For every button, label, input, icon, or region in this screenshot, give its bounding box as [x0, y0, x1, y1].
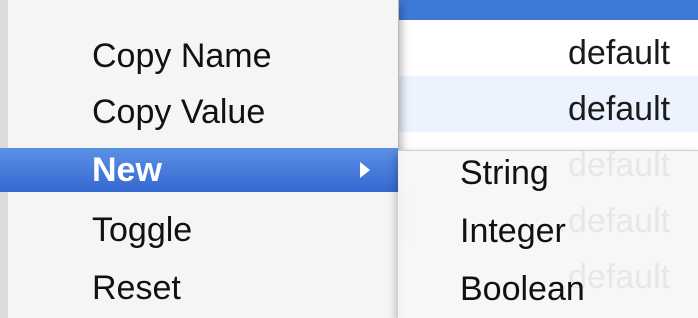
selected-row-strip [398, 0, 698, 20]
menu-item-label: Toggle [92, 211, 193, 249]
table-cell-value: default [568, 34, 671, 72]
menu-item-copy-value[interactable]: Copy Value [0, 90, 398, 134]
submenu-item-integer[interactable]: Integer [398, 209, 698, 253]
table-row[interactable]: default [398, 76, 698, 132]
menu-item-reset[interactable]: Reset [0, 266, 398, 310]
context-menu: Copy Name Copy Value New Toggle Reset [0, 0, 399, 318]
screen: default default default default default … [0, 0, 698, 318]
submenu-item-boolean[interactable]: Boolean [398, 267, 698, 311]
menu-item-label: Copy Name [92, 37, 272, 75]
menu-item-label: Reset [92, 269, 181, 307]
menu-item-label: Copy Value [92, 93, 266, 131]
submenu-arrow-icon [360, 162, 370, 178]
menu-item-toggle[interactable]: Toggle [0, 208, 398, 252]
menu-item-copy-name[interactable]: Copy Name [0, 34, 398, 78]
table-row[interactable]: default [398, 20, 698, 76]
submenu-item-label: Integer [460, 212, 566, 250]
submenu-item-label: String [460, 154, 549, 192]
menu-item-label: New [92, 151, 162, 189]
table-cell-value: default [568, 90, 671, 128]
submenu-item-string[interactable]: String [398, 151, 698, 195]
menu-item-new[interactable]: New [0, 148, 398, 192]
submenu-item-label: Boolean [460, 270, 585, 308]
new-submenu: String Integer Boolean [398, 150, 698, 318]
